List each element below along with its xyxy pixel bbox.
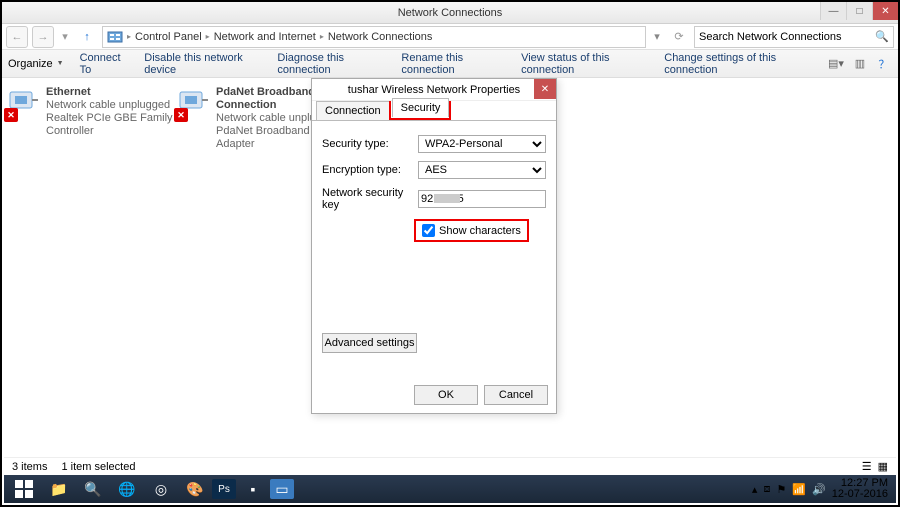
- connection-adapter: Realtek PCIe GBE Family Controller: [46, 112, 176, 138]
- crumb-network-connections[interactable]: Network Connections: [328, 31, 433, 43]
- minimize-button[interactable]: —: [820, 2, 846, 20]
- show-characters-input[interactable]: [422, 224, 435, 237]
- ethernet-icon: ✕: [6, 86, 40, 120]
- crumb-control-panel[interactable]: Control Panel: [135, 31, 202, 43]
- taskbar-photoshop-icon[interactable]: Ps: [212, 479, 236, 499]
- system-tray: ▴ ⧈ ⚑ 📶 🔊 12:27 PM 12-07-2016: [752, 478, 894, 500]
- connection-ethernet[interactable]: ✕ Ethernet Network cable unplugged Realt…: [6, 86, 176, 151]
- taskbar-file-explorer-icon[interactable]: 📁: [42, 475, 76, 503]
- maximize-button[interactable]: □: [846, 2, 872, 20]
- taskbar: 📁 🔍 🌐 ◎ 🎨 Ps ▪ ▭ ▴ ⧈ ⚑ 📶 🔊 12:27 PM 12-0…: [4, 475, 896, 503]
- selection-count: 1 item selected: [61, 461, 135, 473]
- redaction-mask: [434, 194, 460, 203]
- organize-menu[interactable]: Organize▼: [8, 58, 64, 70]
- ethernet-icon: ✕: [176, 86, 210, 120]
- tray-network-icon[interactable]: 📶: [792, 483, 806, 496]
- tab-security[interactable]: Security: [392, 98, 450, 117]
- taskbar-paint-icon[interactable]: 🎨: [178, 475, 212, 503]
- command-bar: Organize▼ Connect To Disable this networ…: [2, 50, 898, 78]
- details-view-icon[interactable]: ☰: [862, 460, 872, 473]
- tray-flag-icon[interactable]: ⚑: [776, 483, 786, 496]
- tray-clock[interactable]: 12:27 PM 12-07-2016: [832, 478, 888, 500]
- refresh-button[interactable]: ⟳: [668, 26, 690, 48]
- content-area: ✕ Ethernet Network cable unplugged Realt…: [2, 78, 898, 459]
- advanced-settings-button[interactable]: Advanced settings: [322, 333, 417, 353]
- highlight-box: Show characters: [414, 219, 529, 242]
- tray-date: 12-07-2016: [832, 489, 888, 500]
- tray-volume-icon[interactable]: 🔊: [812, 483, 826, 496]
- status-bar: 3 items 1 item selected ☰ ▦: [4, 457, 896, 475]
- window-title: Network Connections: [398, 7, 503, 19]
- change-settings-button[interactable]: Change settings of this connection: [664, 52, 812, 76]
- search-input[interactable]: Search Network Connections 🔍: [694, 26, 894, 48]
- connection-name: Ethernet: [46, 86, 176, 99]
- connection-status: Network cable unplugged: [46, 99, 176, 112]
- address-bar: ← → ▾ ↑ ▸ Control Panel ▸ Network and In…: [2, 24, 898, 50]
- help-icon[interactable]: ？: [876, 56, 892, 72]
- taskbar-terminal-icon[interactable]: ▪: [236, 475, 270, 503]
- close-button[interactable]: ✕: [872, 2, 898, 20]
- dialog-close-button[interactable]: ✕: [534, 79, 556, 99]
- security-type-select[interactable]: WPA2-Personal: [418, 135, 546, 153]
- search-icon: 🔍: [875, 30, 889, 43]
- diagnose-button[interactable]: Diagnose this connection: [277, 52, 385, 76]
- chevron-right-icon: ▸: [127, 32, 131, 41]
- network-key-label: Network security key: [322, 187, 418, 211]
- cancel-button[interactable]: Cancel: [484, 385, 548, 405]
- wireless-properties-dialog: tushar Wireless Network Properties ✕ Con…: [311, 78, 557, 414]
- error-badge-icon: ✕: [4, 108, 18, 122]
- view-options-icon[interactable]: ▤▾: [828, 56, 844, 72]
- dialog-tabs: Connection Security: [312, 101, 556, 121]
- chevron-right-icon: ▸: [320, 32, 324, 41]
- preview-pane-icon[interactable]: ▥: [852, 56, 868, 72]
- encryption-type-select[interactable]: AES: [418, 161, 546, 179]
- dialog-body: Security type: WPA2-Personal Encryption …: [312, 121, 556, 250]
- taskbar-chrome-icon[interactable]: ◎: [144, 475, 178, 503]
- taskbar-browser-icon[interactable]: 🌐: [110, 475, 144, 503]
- view-status-button[interactable]: View status of this connection: [521, 52, 648, 76]
- up-button[interactable]: ↑: [76, 26, 98, 48]
- tray-dropbox-icon[interactable]: ⧈: [763, 483, 770, 496]
- show-characters-checkbox[interactable]: Show characters: [422, 224, 521, 237]
- tiles-view-icon[interactable]: ▦: [878, 460, 888, 473]
- taskbar-app-icon[interactable]: ▭: [270, 479, 294, 499]
- ok-button[interactable]: OK: [414, 385, 478, 405]
- search-placeholder: Search Network Connections: [699, 31, 841, 43]
- crumb-network-internet[interactable]: Network and Internet: [214, 31, 316, 43]
- dialog-title: tushar Wireless Network Properties: [348, 84, 520, 96]
- connect-to-button[interactable]: Connect To: [80, 52, 129, 76]
- highlight-box: Security: [389, 95, 452, 120]
- error-badge-icon: ✕: [174, 108, 188, 122]
- history-dropdown[interactable]: ▾: [58, 26, 72, 48]
- encryption-type-label: Encryption type:: [322, 164, 418, 176]
- disable-device-button[interactable]: Disable this network device: [144, 52, 261, 76]
- tray-chevron-up-icon[interactable]: ▴: [752, 483, 758, 496]
- forward-button[interactable]: →: [32, 26, 54, 48]
- breadcrumb-dropdown[interactable]: ▾: [650, 30, 664, 43]
- chevron-right-icon: ▸: [206, 32, 210, 41]
- taskbar-magnify-icon[interactable]: 🔍: [76, 475, 110, 503]
- breadcrumb[interactable]: ▸ Control Panel ▸ Network and Internet ▸…: [102, 26, 646, 48]
- item-count: 3 items: [12, 461, 47, 473]
- window-titlebar: Network Connections — □ ✕: [2, 2, 898, 24]
- control-panel-icon: [107, 29, 123, 45]
- start-button[interactable]: [6, 475, 42, 503]
- back-button[interactable]: ←: [6, 26, 28, 48]
- rename-button[interactable]: Rename this connection: [401, 52, 505, 76]
- security-type-label: Security type:: [322, 138, 418, 150]
- show-characters-label: Show characters: [439, 225, 521, 237]
- tab-connection[interactable]: Connection: [316, 101, 390, 120]
